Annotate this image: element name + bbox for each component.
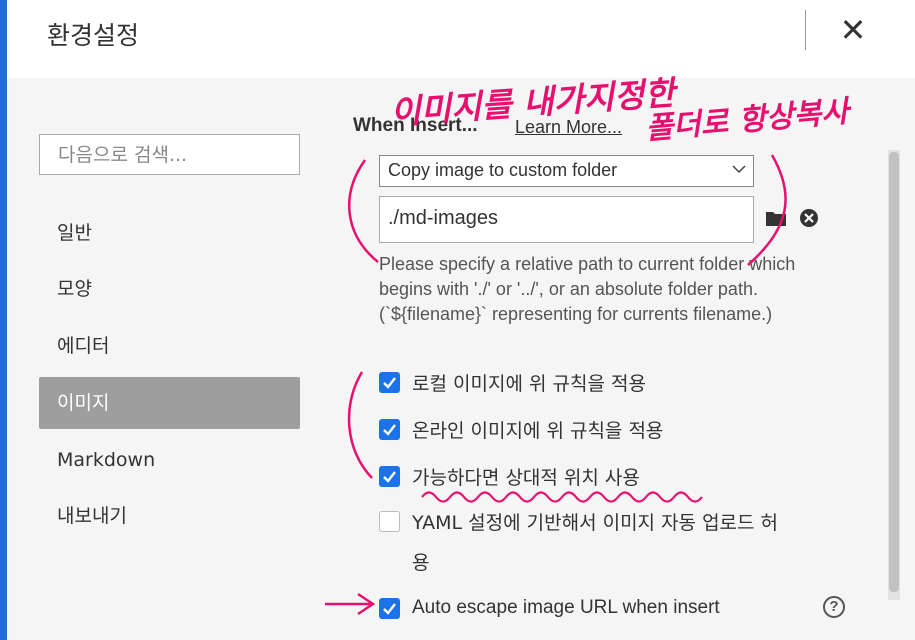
clear-icon[interactable] — [799, 208, 819, 228]
checkbox-auto-escape[interactable]: Auto escape image URL when insert — [379, 591, 720, 625]
checkbox-yaml-upload[interactable]: YAML 설정에 기반해서 이미지 자동 업로드 허 — [379, 504, 778, 538]
sidebar-item-markdown[interactable]: Markdown — [39, 434, 300, 486]
checkbox-relative-path[interactable]: 가능하다면 상대적 위치 사용 — [379, 459, 640, 493]
close-button[interactable]: ✕ — [832, 10, 874, 52]
sidebar-item-export[interactable]: 내보내기 — [39, 490, 300, 542]
checkbox-label: 온라인 이미지에 위 규칙을 적용 — [412, 419, 664, 442]
checkbox-checked-icon[interactable] — [379, 597, 400, 619]
search-input[interactable] — [39, 134, 300, 175]
checkbox-label: 가능하다면 상대적 위치 사용 — [412, 466, 640, 489]
sidebar-item-editor[interactable]: 에디터 — [39, 320, 300, 372]
title-bar: 환경설정 ✕ — [7, 0, 915, 78]
help-icon[interactable]: ? — [823, 596, 845, 618]
path-help-text: Please specify a relative path to curren… — [379, 254, 796, 324]
checkbox-checked-icon[interactable] — [379, 371, 400, 393]
checkbox-label: Auto escape image URL when insert — [412, 597, 720, 618]
checkbox-apply-online[interactable]: 온라인 이미지에 위 규칙을 적용 — [379, 412, 663, 446]
sidebar-item-appearance[interactable]: 모양 — [39, 263, 300, 315]
checkbox-unchecked-icon[interactable] — [379, 510, 400, 532]
title-separator — [805, 10, 806, 50]
checkbox-apply-local[interactable]: 로컬 이미지에 위 규칙을 적용 — [379, 365, 646, 399]
window-title: 환경설정 — [47, 22, 140, 50]
insert-action-select[interactable]: Copy image to custom folder — [379, 155, 754, 187]
sidebar-item-general[interactable]: 일반 — [39, 207, 300, 259]
folder-path-input[interactable]: ./md-images — [379, 196, 754, 243]
checkbox-checked-icon[interactable] — [379, 465, 400, 487]
checkbox-label: 로컬 이미지에 위 규칙을 적용 — [412, 372, 646, 395]
scrollbar-thumb[interactable] — [889, 152, 899, 592]
folder-icon[interactable] — [765, 209, 787, 227]
sidebar-item-image[interactable]: 이미지 — [39, 377, 300, 429]
checkbox-checked-icon[interactable] — [379, 418, 400, 440]
checkbox-label: YAML 설정에 기반해서 이미지 자동 업로드 허 — [412, 511, 779, 534]
checkbox-label-continued: 용 — [412, 552, 430, 574]
chevron-down-icon — [732, 165, 746, 174]
